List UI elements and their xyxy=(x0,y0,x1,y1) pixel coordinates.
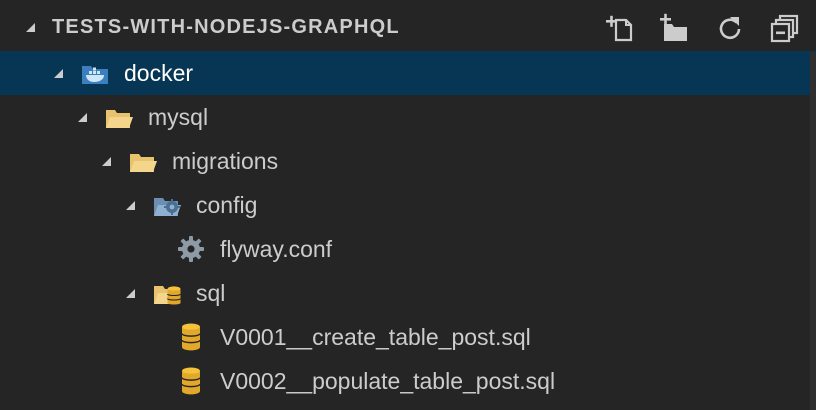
new-file-icon[interactable] xyxy=(604,12,636,44)
tree-item-label: docker xyxy=(124,60,194,86)
docker-folder-icon xyxy=(82,66,108,84)
chevron-down-icon[interactable] xyxy=(124,287,136,299)
folder-open-icon xyxy=(130,154,157,172)
chevron-down-icon[interactable] xyxy=(52,67,64,79)
chevron-down-icon[interactable] xyxy=(76,111,88,123)
tree-item-label: mysql xyxy=(148,104,209,130)
section-header[interactable]: TESTS-WITH-NODEJS-GRAPHQL xyxy=(0,0,816,52)
tree-item-v0002-sql[interactable]: V0002__populate_table_post.sql xyxy=(0,359,816,403)
database-icon xyxy=(181,367,201,395)
section-title: TESTS-WITH-NODEJS-GRAPHQL xyxy=(52,16,400,38)
database-icon xyxy=(181,323,201,351)
tree-item-label: migrations xyxy=(172,148,279,174)
tree-item-docker[interactable]: docker xyxy=(0,51,816,95)
tree-item-sql[interactable]: sql xyxy=(0,271,816,315)
refresh-icon[interactable] xyxy=(714,12,746,44)
tree-item-config[interactable]: config xyxy=(0,183,816,227)
tree-item-label: config xyxy=(196,192,258,218)
collapse-all-icon[interactable] xyxy=(768,12,800,44)
database-folder-icon xyxy=(154,286,181,305)
tree-item-mysql[interactable]: mysql xyxy=(0,95,816,139)
folder-open-icon xyxy=(106,110,133,128)
scrollbar-track[interactable] xyxy=(810,52,816,410)
tree-item-label: flyway.conf xyxy=(220,236,333,262)
chevron-down-icon[interactable] xyxy=(24,21,36,33)
tree-item-label: sql xyxy=(196,280,226,306)
tree-item-label: V0001__create_table_post.sql xyxy=(220,324,531,350)
tree-item-flyway-conf[interactable]: flyway.conf xyxy=(0,227,816,271)
gear-icon xyxy=(178,236,204,262)
config-folder-icon xyxy=(154,198,181,216)
explorer-panel: TESTS-WITH-NODEJS-GRAPHQL docker mysql m… xyxy=(0,0,816,410)
new-folder-icon[interactable] xyxy=(658,12,690,44)
tree-item-migrations[interactable]: migrations xyxy=(0,139,816,183)
chevron-down-icon[interactable] xyxy=(100,155,112,167)
chevron-down-icon[interactable] xyxy=(124,199,136,211)
tree-item-v0001-sql[interactable]: V0001__create_table_post.sql xyxy=(0,315,816,359)
tree-item-label: V0002__populate_table_post.sql xyxy=(220,368,556,394)
